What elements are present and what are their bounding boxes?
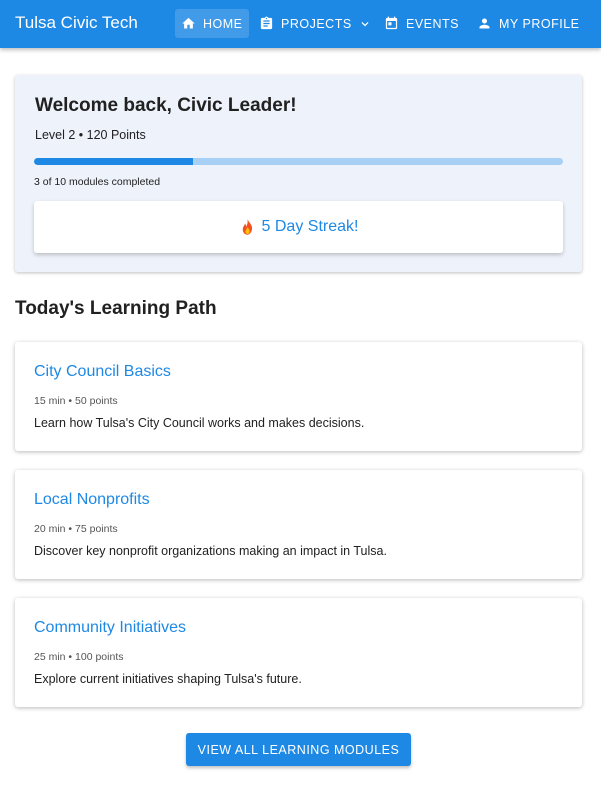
nav-home-label: HOME	[203, 16, 243, 31]
streak-card: 5 Day Streak!	[34, 201, 563, 253]
nav-projects[interactable]: PROJECTS	[253, 9, 378, 38]
nav-projects-label: PROJECTS	[281, 16, 352, 31]
streak-text: 5 Day Streak!	[261, 218, 359, 235]
module-description: Discover key nonprofit organizations mak…	[34, 544, 387, 558]
chevron-down-icon	[361, 21, 369, 26]
nav-events-label: EVENTS	[406, 16, 460, 31]
brand-title[interactable]: Tulsa Civic Tech	[15, 13, 138, 33]
app-bar: Tulsa Civic Tech HOME PROJECTS EVENTS MY…	[0, 0, 601, 48]
module-description: Learn how Tulsa's City Council works and…	[34, 416, 365, 430]
module-description: Explore current initiatives shaping Tuls…	[34, 672, 302, 686]
view-all-modules-button[interactable]: VIEW ALL LEARNING MODULES	[186, 733, 411, 766]
module-card[interactable]: Local Nonprofits 20 min • 75 points Disc…	[15, 470, 582, 579]
fire-icon	[242, 218, 252, 235]
module-meta: 15 min • 50 points	[34, 395, 118, 407]
calendar-icon	[385, 16, 398, 30]
nav-my-profile-label: MY PROFILE	[499, 16, 580, 31]
home-icon	[182, 17, 195, 29]
module-meta: 20 min • 75 points	[34, 523, 118, 535]
modules-completed: 3 of 10 modules completed	[34, 176, 161, 188]
clipboard-icon	[260, 16, 273, 30]
welcome-card: Welcome back, Civic Leader! Level 2 • 12…	[15, 75, 582, 272]
progress-bar-fill	[34, 158, 193, 165]
learning-path-title: Today's Learning Path	[15, 298, 217, 319]
person-icon	[479, 18, 490, 29]
nav-home[interactable]: HOME	[175, 9, 249, 38]
module-meta: 25 min • 100 points	[34, 651, 124, 663]
module-card[interactable]: Community Initiatives 25 min • 100 point…	[15, 598, 582, 707]
module-title[interactable]: Community Initiatives	[34, 619, 186, 637]
nav-my-profile[interactable]: MY PROFILE	[471, 9, 585, 38]
nav-events[interactable]: EVENTS	[378, 9, 465, 38]
module-title[interactable]: City Council Basics	[34, 363, 171, 381]
welcome-title: Welcome back, Civic Leader!	[35, 95, 297, 116]
progress-bar	[34, 158, 563, 165]
module-title[interactable]: Local Nonprofits	[34, 491, 150, 509]
level-points: Level 2 • 120 Points	[35, 128, 146, 142]
module-card[interactable]: City Council Basics 15 min • 50 points L…	[15, 342, 582, 451]
